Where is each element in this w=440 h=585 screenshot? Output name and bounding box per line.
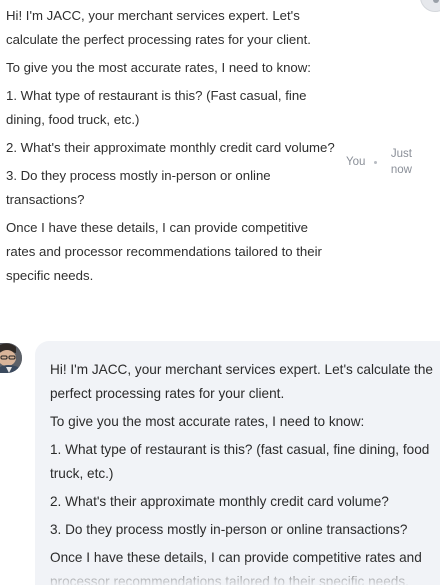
assistant-message-paragraph: Hi! I'm JACC, your merchant services exp… [50, 362, 433, 401]
sender-label: You [346, 156, 366, 168]
chat-thread: Hi! I'm JACC, your merchant services exp… [0, 0, 440, 585]
first-message-paragraph: 3. Do they process mostly in-person or o… [6, 168, 271, 207]
assistant-message-paragraph: 1. What type of restaurant is this? (fas… [50, 442, 430, 481]
timestamp-line: Just [390, 148, 412, 160]
user-silhouette-icon [433, 0, 439, 3]
first-message: Hi! I'm JACC, your merchant services exp… [6, 4, 336, 292]
bot-avatar-icon [0, 343, 22, 373]
first-message-paragraph: 1. What type of restaurant is this? (Fas… [6, 88, 307, 127]
timestamp: Just now [386, 146, 416, 178]
message-meta: You Just now [346, 146, 416, 178]
assistant-message-paragraph: 2. What's their approximate monthly cred… [50, 494, 389, 509]
bubble-bottom-fade [35, 560, 440, 585]
first-message-paragraph: To give you the most accurate rates, I n… [6, 60, 311, 75]
bot-portrait-icon [0, 343, 22, 373]
timestamp-line: now [390, 164, 412, 176]
assistant-message-paragraph: To give you the most accurate rates, I n… [50, 414, 365, 429]
user-avatar-icon [420, 0, 440, 12]
first-message-paragraph: Hi! I'm JACC, your merchant services exp… [6, 8, 311, 47]
assistant-message-paragraph: 3. Do they process mostly in-person or o… [50, 522, 408, 537]
first-message-paragraph: Once I have these details, I can provide… [6, 220, 322, 283]
assistant-message-bubble: Hi! I'm JACC, your merchant services exp… [35, 341, 440, 585]
first-message-paragraph: 2. What's their approximate monthly cred… [6, 140, 335, 155]
separator-dot [374, 160, 378, 164]
